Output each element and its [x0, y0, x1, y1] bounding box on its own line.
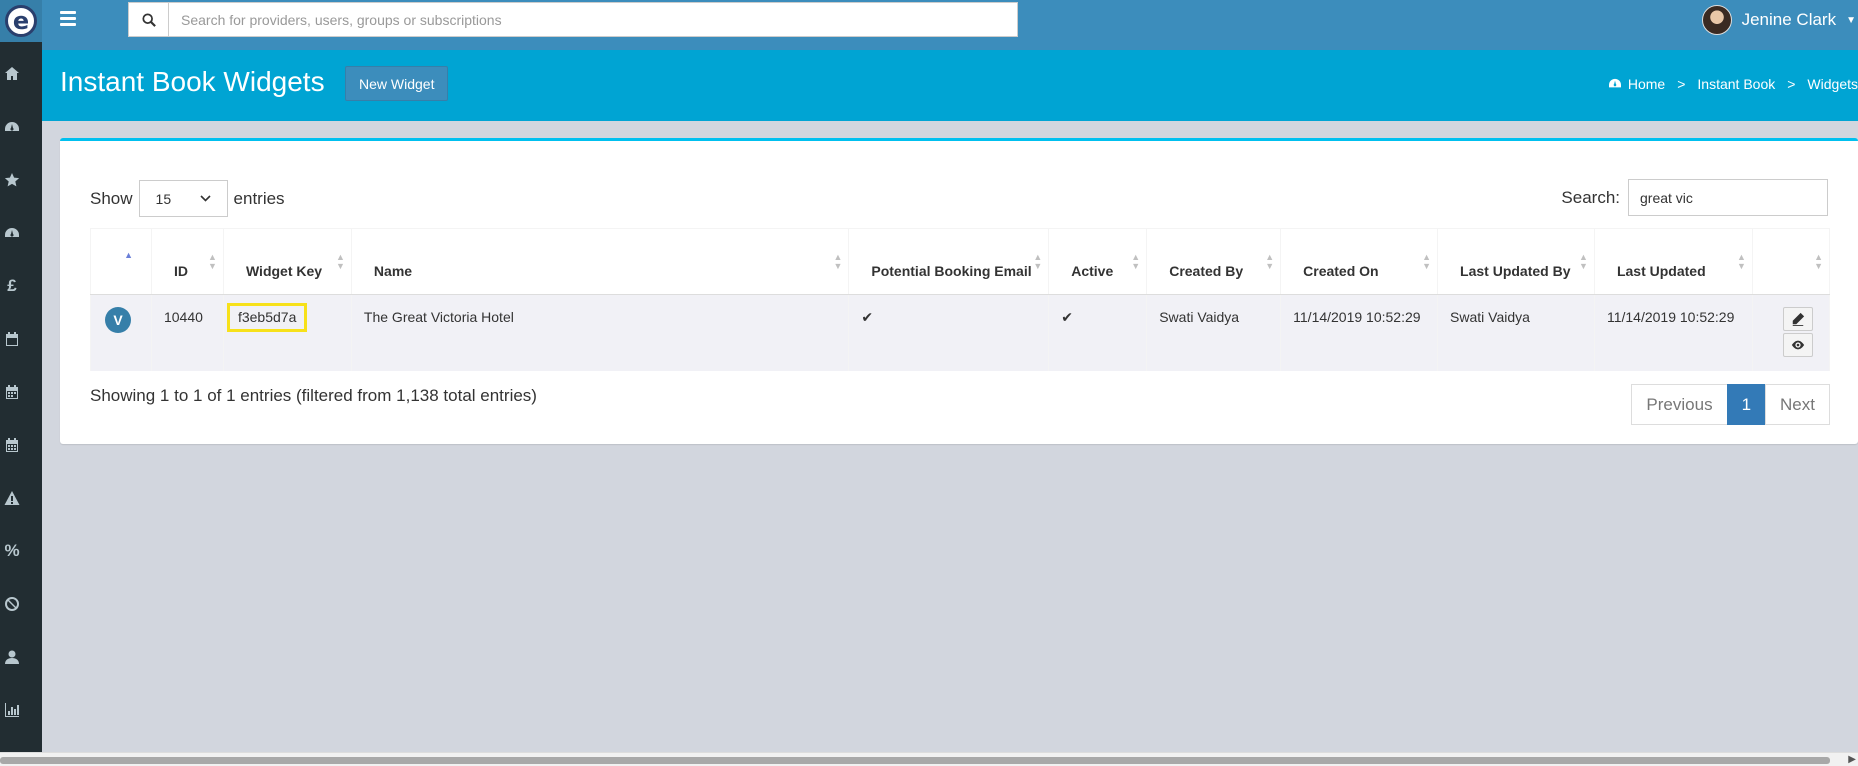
column-header-select[interactable]: ▲: [90, 228, 152, 295]
search-icon[interactable]: [129, 3, 169, 36]
cell-potential-booking-email: ✔: [848, 294, 1050, 371]
column-header-id[interactable]: ID ▲ ▼: [150, 228, 224, 295]
calendar-icon[interactable]: [0, 327, 24, 351]
sidebar: e £ %: [0, 0, 42, 752]
column-header-last-updated[interactable]: Last Updated ▲ ▼: [1593, 228, 1753, 295]
table-row[interactable]: V 10440 f3eb5d7a The Great Victoria Hote…: [90, 294, 1831, 371]
horizontal-scrollbar[interactable]: ▶: [0, 752, 1858, 766]
cell-widget-key: f3eb5d7a: [226, 303, 308, 332]
menu-toggle-icon[interactable]: [60, 11, 78, 27]
cell-created-by: Swati Vaidya: [1146, 294, 1282, 371]
column-header-created-by[interactable]: Created By ▲ ▼: [1146, 228, 1282, 295]
next-page-button[interactable]: Next: [1765, 384, 1830, 425]
sort-icon: ▲ ▼: [1737, 252, 1746, 271]
column-header-actions[interactable]: ▲ ▼: [1751, 228, 1831, 295]
widgets-table: ▲ ID ▲ ▼ Widget Key ▲ ▼ Name ▲ ▼ Potential Boo…: [90, 228, 1831, 371]
cell-id: 10440: [150, 294, 224, 371]
sort-icon: ▲ ▼: [1033, 252, 1043, 271]
column-header-name[interactable]: Name ▲ ▼: [350, 228, 850, 295]
user-menu[interactable]: Jenine Clark ▼: [1701, 5, 1858, 35]
top-navbar: Jenine Clark ▼: [42, 0, 1858, 50]
sort-icon: ▲ ▼: [1131, 252, 1141, 271]
user-icon[interactable]: [0, 645, 24, 669]
user-name: Jenine Clark: [1741, 10, 1837, 29]
page-1-button[interactable]: 1: [1726, 384, 1767, 425]
search-label: Search:: [1561, 187, 1620, 207]
eye-icon: [1791, 340, 1805, 350]
view-button[interactable]: [1782, 333, 1813, 357]
cell-last-updated: 11/14/2019 10:52:29: [1593, 294, 1753, 371]
sort-icon: ▲ ▼: [1422, 252, 1432, 271]
avatar: [1701, 5, 1732, 35]
column-header-potential-booking-email[interactable]: Potential Booking Email ▲ ▼: [848, 228, 1050, 295]
sort-icon: ▲ ▼: [1579, 252, 1588, 271]
column-header-created-on[interactable]: Created On ▲ ▼: [1280, 228, 1439, 295]
row-expand-badge[interactable]: V: [105, 307, 131, 333]
dashboard-icon[interactable]: [0, 115, 24, 139]
warning-icon[interactable]: [0, 486, 24, 510]
entries-label: entries: [233, 188, 285, 208]
global-search-input[interactable]: [169, 3, 1017, 36]
sort-icon: ▲ ▼: [208, 252, 217, 271]
content-header: Instant Book Widgets New Widget Home > I…: [42, 50, 1858, 121]
table-search: Search:: [1561, 179, 1828, 216]
calendar-icon[interactable]: [0, 380, 24, 404]
breadcrumb: Home > Instant Book > Widgets: [1608, 76, 1858, 92]
page-length-select[interactable]: 15: [138, 180, 228, 217]
calendar-icon[interactable]: [0, 433, 24, 457]
page-length-control: Show 15 entries: [90, 180, 285, 217]
logo-e-icon: e: [5, 5, 37, 37]
sort-icon: ▲ ▼: [336, 252, 345, 271]
sort-icon: ▲ ▼: [1814, 252, 1823, 271]
pound-icon[interactable]: £: [0, 274, 24, 298]
previous-page-button[interactable]: Previous: [1631, 384, 1728, 425]
breadcrumb-home[interactable]: Home: [1628, 76, 1665, 92]
table-header-row: ▲ ID ▲ ▼ Widget Key ▲ ▼ Name ▲ ▼ Potential Boo…: [90, 228, 1831, 295]
sort-icon: ▲ ▼: [1265, 252, 1275, 271]
breadcrumb-instant-book[interactable]: Instant Book: [1697, 76, 1775, 92]
new-widget-button[interactable]: New Widget: [345, 66, 449, 101]
caret-down-icon: ▼: [1846, 14, 1856, 26]
cell-last-updated-by: Swati Vaidya: [1437, 294, 1595, 371]
pencil-icon: [1792, 312, 1805, 326]
column-header-last-updated-by[interactable]: Last Updated By ▲ ▼: [1437, 228, 1595, 295]
column-header-widget-key[interactable]: Widget Key ▲ ▼: [222, 228, 352, 295]
global-search: [128, 2, 1018, 37]
show-label: Show: [90, 188, 133, 208]
breadcrumb-separator: >: [1787, 76, 1796, 92]
column-header-active[interactable]: Active ▲ ▼: [1048, 228, 1148, 295]
dashboard-icon[interactable]: [0, 221, 24, 245]
page-length-value: 15: [155, 190, 172, 207]
table-search-input[interactable]: [1628, 179, 1828, 216]
breadcrumb-widgets: Widgets: [1807, 76, 1858, 92]
page-title: Instant Book Widgets: [60, 66, 325, 97]
star-icon[interactable]: [0, 168, 24, 192]
widgets-box: Show 15 entries Search: ▲ ID▲▼ Widget Ke…: [60, 138, 1858, 444]
ban-icon[interactable]: [0, 592, 24, 616]
scrollbar-thumb[interactable]: [0, 757, 1830, 764]
edit-button[interactable]: [1782, 307, 1813, 331]
percent-icon[interactable]: %: [0, 539, 24, 563]
home-icon[interactable]: [0, 62, 24, 86]
cell-name: The Great Victoria Hotel: [350, 294, 850, 371]
dashboard-icon: [1608, 78, 1621, 88]
app-logo[interactable]: e: [0, 0, 42, 42]
chevron-down-icon: [199, 195, 211, 202]
breadcrumb-separator: >: [1677, 76, 1686, 92]
bar-chart-icon[interactable]: [0, 698, 24, 722]
scroll-right-icon[interactable]: ▶: [1848, 754, 1856, 765]
sort-icon: ▲ ▼: [833, 252, 843, 271]
cell-created-on: 11/14/2019 10:52:29: [1280, 294, 1439, 371]
pagination: Previous 1 Next: [1631, 384, 1830, 425]
cell-active: ✔: [1048, 294, 1148, 371]
table-info: Showing 1 to 1 of 1 entries (filtered fr…: [90, 386, 537, 405]
sort-asc-icon: ▲: [124, 250, 133, 260]
